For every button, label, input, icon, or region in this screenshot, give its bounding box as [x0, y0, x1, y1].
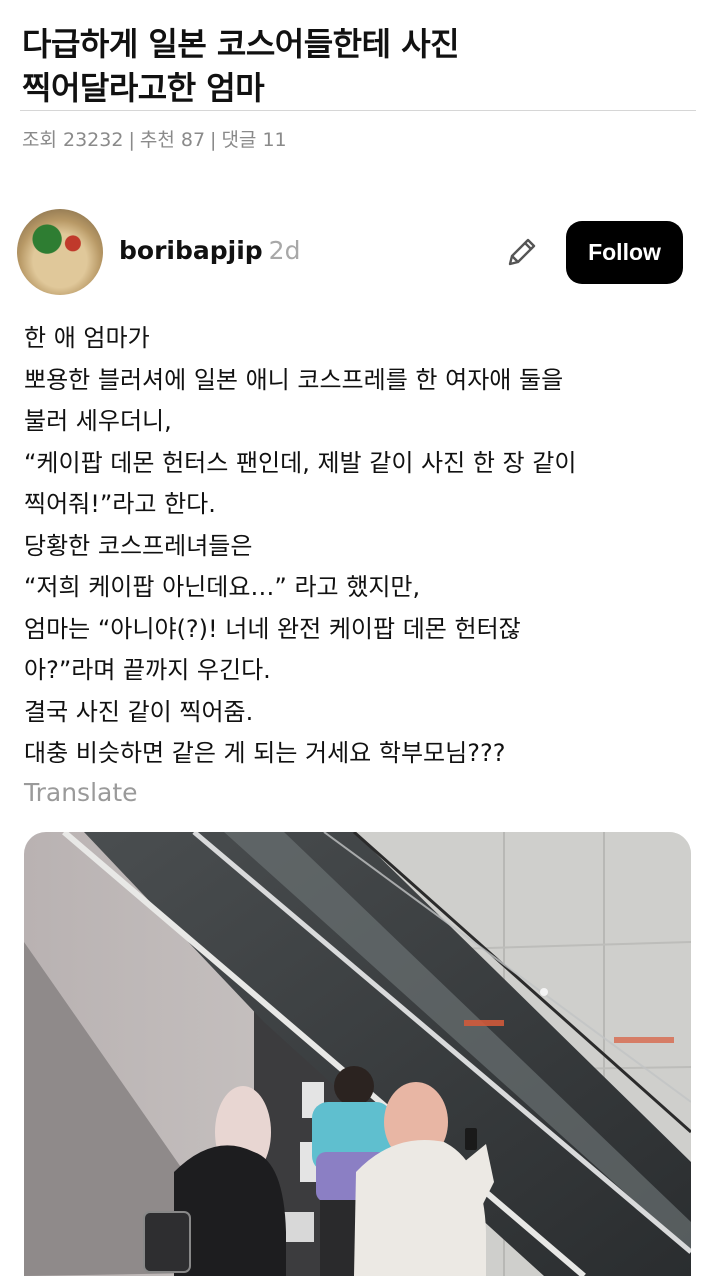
title-divider	[20, 110, 696, 111]
body-line: “저희 케이팝 아닌데요…” 라고 했지만,	[24, 573, 421, 601]
post-photo[interactable]	[24, 832, 691, 1276]
post-title-line-2: 찍어달라고한 엄마	[22, 69, 265, 107]
body-line: “케이팝 데몬 헌터스 팬인데, 제발 같이 사진 한 장 같이	[24, 448, 577, 477]
post-meta: 조회 23232 | 추천 87 | 댓글 11	[22, 125, 287, 152]
body-line: 대충 비슷하면 같은 게 되는 거세요 학부모님???	[24, 739, 506, 767]
translate-link[interactable]: Translate	[24, 778, 138, 807]
post-title-line-1: 다급하게 일본 코스어들한테 사진	[22, 25, 460, 63]
pencil-icon[interactable]	[504, 234, 540, 270]
post-body: 한 애 엄마가 뽀용한 블러셔에 일본 애니 코스프레를 한 여자애 둘을 불러…	[24, 318, 704, 775]
body-line: 아?”라며 끝까지 우긴다.	[24, 656, 271, 684]
body-line: 당황한 코스프레녀들은	[24, 531, 253, 560]
follow-button[interactable]: Follow	[566, 221, 683, 284]
like-count: 추천 87	[139, 129, 206, 151]
comment-count[interactable]: 댓글 11	[221, 129, 286, 151]
body-line: 한 애 엄마가	[24, 324, 150, 352]
body-line: 뽀용한 블러셔에 일본 애니 코스프레를 한 여자애 둘을	[24, 365, 564, 394]
body-line: 불러 세우더니,	[24, 407, 172, 435]
view-count: 조회 23232	[22, 129, 124, 151]
meta-separator: |	[128, 129, 135, 151]
author-line: boribapjip 2d	[119, 236, 300, 265]
post-age: 2d	[268, 236, 301, 265]
post-title: 다급하게 일본 코스어들한테 사진 찍어달라고한 엄마	[22, 22, 702, 110]
avatar[interactable]	[17, 209, 103, 295]
body-line: 찍어줘!”라고 한다.	[24, 490, 216, 518]
body-line: 엄마는 “아니야(?)! 너네 완전 케이팝 데몬 헌터잖	[24, 614, 521, 643]
author-username[interactable]: boribapjip	[119, 236, 263, 265]
body-line: 결국 사진 같이 찍어줌.	[24, 697, 254, 726]
meta-separator: |	[210, 129, 217, 151]
